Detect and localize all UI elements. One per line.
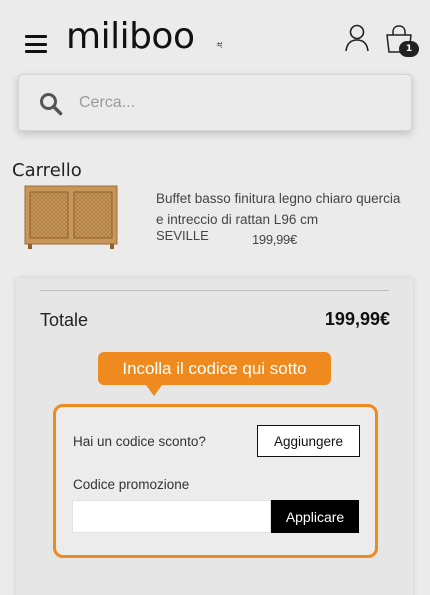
logo-tld: .it [216, 42, 224, 49]
header: miliboo .it 1 [0, 0, 430, 74]
divider [40, 290, 389, 291]
total-label: Totale [40, 310, 89, 330]
promo-code-label: Codice promozione [73, 477, 190, 492]
product-price: 199,99€ [252, 232, 297, 247]
product-name[interactable]: Buffet basso finitura legno chiaro querc… [156, 188, 406, 230]
add-discount-button[interactable]: Aggiungere [257, 425, 360, 457]
promo-hint-tooltip: Incolla il codice qui sotto [98, 352, 331, 385]
hamburger-menu-icon[interactable] [25, 35, 47, 53]
promo-code-input[interactable] [72, 500, 271, 533]
search-icon[interactable] [39, 92, 63, 116]
product-collection: SEVILLE [156, 228, 209, 243]
search-bar [18, 74, 412, 131]
user-icon[interactable] [344, 24, 370, 52]
logo[interactable]: miliboo [66, 16, 195, 57]
total-value: 199,99€ [324, 309, 390, 329]
discount-question: Hai un codice sconto? [73, 434, 206, 449]
apply-promo-button[interactable]: Applicare [271, 500, 359, 533]
tooltip-arrow [146, 385, 162, 396]
search-input[interactable] [79, 87, 399, 119]
promo-code-box: Hai un codice sconto? Aggiungere Codice … [53, 404, 378, 558]
product-image[interactable] [24, 184, 118, 250]
cart-title: Carrello [12, 160, 82, 181]
cart-count-badge: 1 [399, 41, 419, 57]
